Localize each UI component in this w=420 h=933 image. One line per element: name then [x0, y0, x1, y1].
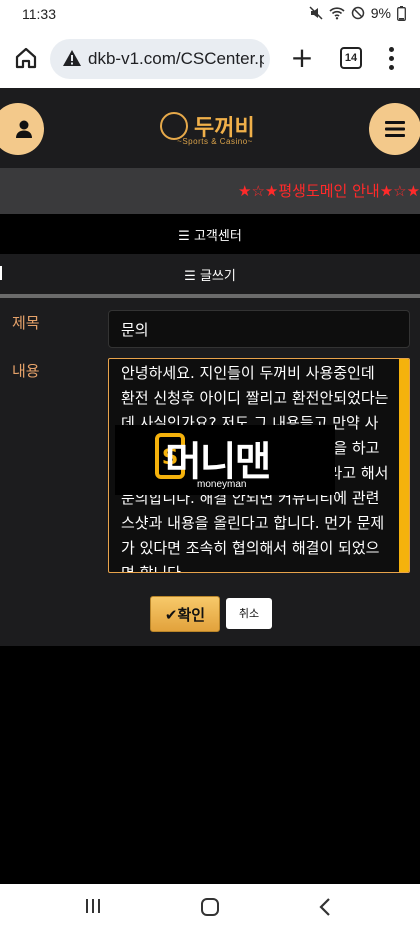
dnd-icon — [351, 6, 365, 20]
battery-icon — [397, 5, 406, 21]
marquee-text: ★☆★평생도메인 안내★☆★ — [238, 182, 420, 200]
section-header: ☰ 고객센터 — [0, 214, 420, 254]
user-button[interactable] — [0, 103, 44, 155]
status-time: 11:33 — [22, 6, 56, 22]
cancel-button[interactable]: 취소 — [226, 598, 272, 629]
home-nav-icon[interactable] — [200, 897, 220, 917]
browser-menu-icon[interactable] — [386, 45, 396, 73]
new-tab-button[interactable]: + — [290, 43, 314, 73]
logo-subtitle: ~Sports & Casino~ — [177, 137, 253, 146]
sub-header: ☰ 글쓰기 — [0, 254, 420, 294]
user-icon — [16, 120, 32, 138]
wifi-icon — [329, 7, 345, 20]
address-bar[interactable]: dkb-v1.com/CSCenter.pl — [50, 39, 270, 79]
status-icons: 9% — [309, 5, 406, 21]
site-logo[interactable]: 두꺼비 ~Sports & Casino~ — [160, 110, 270, 150]
mute-icon — [309, 6, 323, 20]
confirm-button[interactable]: ✔확인 — [150, 596, 220, 632]
section-title: ☰ 고객센터 — [178, 229, 242, 244]
subject-input[interactable]: 문의 — [108, 310, 410, 348]
content-label: 내용 — [12, 362, 40, 380]
browser-toolbar: dkb-v1.com/CSCenter.pl + 14 — [0, 30, 420, 88]
battery-percent: 9% — [370, 5, 391, 21]
site-header: 두꺼비 ~Sports & Casino~ — [0, 88, 420, 168]
tab-switcher-button[interactable]: 14 — [340, 47, 362, 69]
url-text[interactable]: dkb-v1.com/CSCenter.pl — [88, 49, 264, 69]
page-footer-area — [0, 646, 420, 884]
hamburger-icon — [385, 121, 405, 137]
sub-title: ☰ 글쓰기 — [184, 269, 236, 284]
status-bar: 11:33 9% — [0, 0, 420, 30]
recent-apps-icon[interactable] — [84, 897, 102, 915]
toad-logo-icon — [160, 112, 188, 140]
warning-icon[interactable] — [62, 49, 82, 67]
back-icon[interactable] — [318, 897, 332, 917]
watermark-subtitle: moneyman — [197, 479, 247, 490]
notice-marquee: ★☆★평생도메인 안내★☆★ — [0, 168, 420, 214]
menu-button[interactable] — [369, 103, 420, 155]
system-nav-bar — [0, 884, 420, 933]
subject-label: 제목 — [12, 314, 40, 332]
textarea-scrollbar[interactable] — [399, 359, 409, 572]
watermark-logo: $ 머니맨 moneyman — [115, 425, 335, 495]
home-icon[interactable] — [12, 44, 40, 72]
